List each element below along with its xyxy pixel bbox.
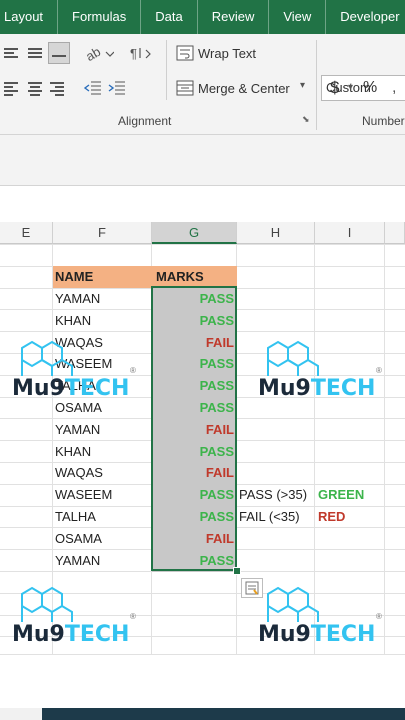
marks-cell[interactable]: FAIL [152,419,237,441]
marks-cell[interactable]: FAIL [152,528,237,550]
marks-cell[interactable]: FAIL [152,462,237,484]
name-cell[interactable]: KHAN [53,441,152,463]
name-cell[interactable]: YAMAN [53,419,152,441]
tab-developer[interactable]: Developer [326,0,405,34]
tab-review[interactable]: Review [198,0,270,34]
percent-button[interactable]: % [363,79,377,97]
tab-view[interactable]: View [269,0,327,34]
tab-formulas[interactable]: Formulas [58,0,142,34]
svg-text:ab: ab [84,44,103,62]
logo-tech-text: TECH [310,376,376,401]
orientation-icon[interactable]: ab [83,44,115,64]
registered-mark: ® [376,366,382,375]
legend-fail-rule[interactable]: FAIL (<35) [239,506,300,528]
legend-pass-rule[interactable]: PASS (>35) [239,484,307,506]
worksheet-bottom-area [0,654,405,709]
mu9tech-logo: Mu9TECH ® [258,584,405,652]
mu9tech-logo: Mu9TECH ® [258,338,405,406]
name-cell[interactable]: OSAMA [53,528,152,550]
hexagon-logo-icon [21,340,73,376]
marks-cell[interactable]: PASS [152,288,237,310]
column-header-i[interactable]: I [315,222,385,244]
wrap-text-icon[interactable] [176,44,194,61]
column-header-f[interactable]: F [53,222,152,244]
marks-cell[interactable]: PASS [152,353,237,375]
align-left-icon[interactable] [4,80,22,96]
mu9tech-logo: Mu9TECH ® [12,584,162,652]
column-header-j[interactable] [385,222,405,244]
name-cell[interactable]: YAMAN [53,550,152,572]
text-direction-icon[interactable]: ¶ [130,44,160,61]
name-cell[interactable]: WASEEM [53,484,152,506]
column-header-h[interactable]: H [237,222,315,244]
name-cell[interactable]: YAMAN [53,288,152,310]
top-align-icon[interactable] [4,46,22,62]
logo-tech-text: TECH [64,622,130,647]
marks-cell[interactable]: PASS [152,397,237,419]
comma-style-icon[interactable]: , [392,79,396,97]
legend-pass-color[interactable]: GREEN [318,484,364,506]
marks-cell[interactable]: FAIL [152,332,237,354]
marks-cell[interactable]: PASS [152,310,237,332]
mu9tech-logo: Mu9TECH ® [12,338,162,406]
registered-mark: ® [130,612,136,621]
logo-mu-text: Mu9 [12,376,65,401]
ribbon-divider [166,40,167,100]
wrap-text-button[interactable]: Wrap Text [198,46,256,61]
merge-center-icon[interactable] [176,80,194,96]
formula-bar-area [0,135,405,186]
middle-align-icon[interactable] [28,46,46,62]
ribbon-body: ab ¶ Wrap Text Custom Merge & Center ▾ $… [0,34,405,135]
align-center-icon[interactable] [28,80,46,96]
taskbar-start[interactable] [0,708,42,720]
marks-cell[interactable]: PASS [152,550,237,572]
registered-mark: ® [130,366,136,375]
align-right-icon[interactable] [50,80,68,96]
registered-mark: ® [376,612,382,621]
tab-data[interactable]: Data [141,0,198,34]
logo-tech-text: TECH [310,622,376,647]
header-name-cell[interactable]: NAME [53,266,152,288]
hexagon-logo-icon [267,340,319,376]
marks-cell[interactable]: PASS [152,506,237,528]
marks-cell[interactable]: PASS [152,484,237,506]
number-group-label: Number [362,114,405,128]
fill-handle[interactable] [233,567,241,575]
increase-indent-icon[interactable] [108,80,126,96]
logo-tech-text: TECH [64,376,130,401]
ribbon-tab-bar: Layout Formulas Data Review View Develop… [0,0,405,34]
ribbon-divider [316,40,317,130]
decrease-indent-icon[interactable] [83,80,102,96]
name-cell[interactable]: KHAN [53,310,152,332]
hexagon-logo-icon [267,586,319,622]
marks-cell[interactable]: PASS [152,375,237,397]
column-header-g[interactable]: G [152,222,237,244]
column-header-e[interactable]: E [0,222,53,244]
name-cell[interactable]: WAQAS [53,462,152,484]
header-marks-cell[interactable]: MARKS [152,266,237,288]
legend-fail-color[interactable]: RED [318,506,345,528]
merge-center-button[interactable]: Merge & Center [198,81,290,96]
dialog-launcher-icon[interactable]: ⬊ [302,114,310,125]
hexagon-logo-icon [21,586,73,622]
name-cell[interactable]: TALHA [53,506,152,528]
currency-dropdown-chevron-icon[interactable]: ▾ [348,82,353,93]
tab-layout[interactable]: Layout [0,0,59,34]
svg-text:¶: ¶ [130,46,137,61]
logo-mu-text: Mu9 [258,622,311,647]
bottom-align-icon[interactable] [48,42,70,64]
marks-cell[interactable]: PASS [152,441,237,463]
taskbar [0,708,405,720]
logo-mu-text: Mu9 [12,622,65,647]
currency-button[interactable]: $ [330,78,339,98]
alignment-group-label: Alignment [118,114,172,128]
merge-dropdown-chevron-icon[interactable]: ▾ [300,80,305,91]
logo-mu-text: Mu9 [258,376,311,401]
